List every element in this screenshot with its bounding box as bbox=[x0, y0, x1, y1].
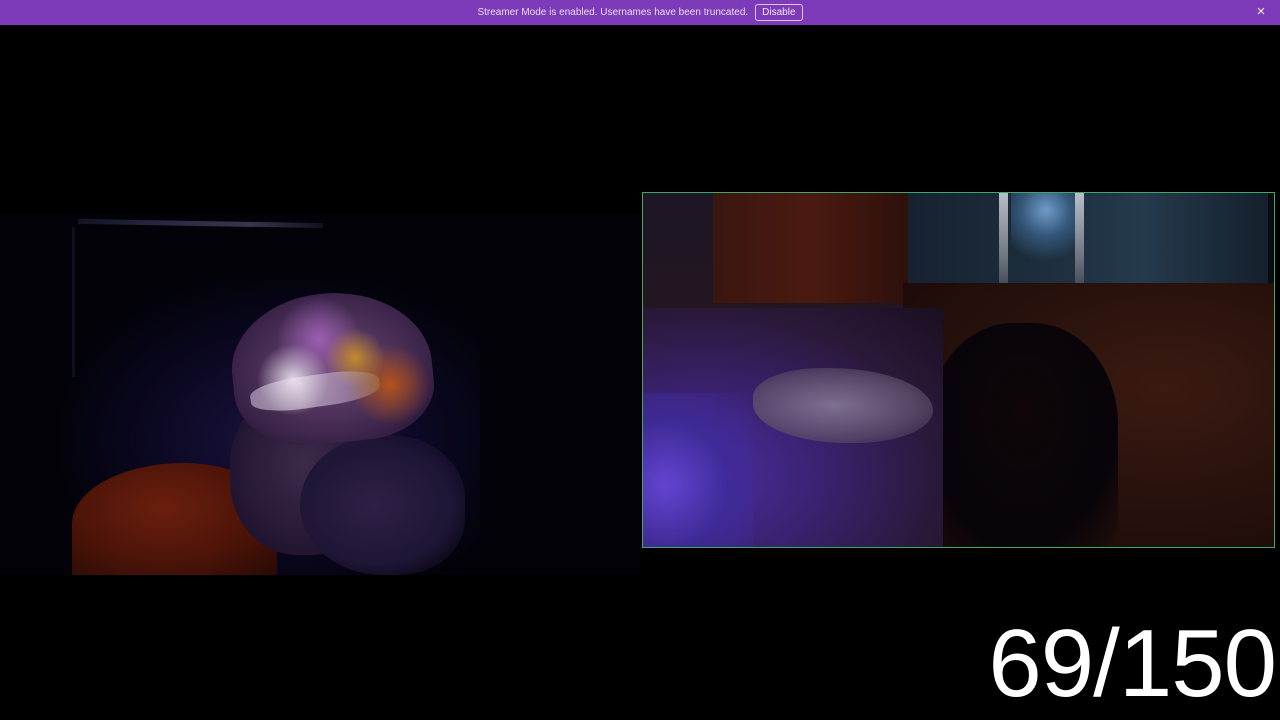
streamer-mode-message: Streamer Mode is enabled. Usernames have… bbox=[477, 7, 749, 18]
remote-video-curtain bbox=[713, 193, 908, 303]
remote-video-tile[interactable] bbox=[642, 192, 1275, 548]
remote-video-light bbox=[1011, 193, 1081, 263]
disable-streamer-mode-button[interactable]: Disable bbox=[755, 4, 803, 21]
progress-counter: 69/150 bbox=[988, 610, 1277, 717]
streamer-mode-banner: Streamer Mode is enabled. Usernames have… bbox=[0, 0, 1280, 25]
local-video-frame-edge bbox=[72, 227, 75, 377]
local-video-hand bbox=[300, 435, 465, 575]
local-video-tile bbox=[0, 215, 640, 575]
close-icon[interactable]: × bbox=[1254, 4, 1268, 20]
remote-video-violet-light bbox=[643, 393, 753, 547]
video-stage: 69/150 bbox=[0, 25, 1280, 720]
local-video-door-frame bbox=[77, 218, 324, 229]
remote-video-figure bbox=[928, 323, 1118, 547]
